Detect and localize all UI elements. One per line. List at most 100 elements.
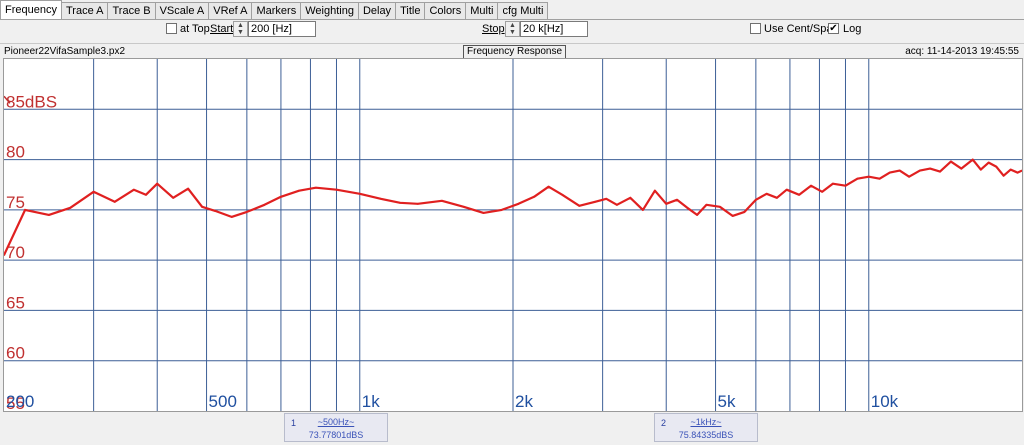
y-tick-label: 85dBS xyxy=(6,92,57,111)
frequency-response-graph[interactable]: 85dBS 80 75 70 65 60 55 200 500 1k 2k 5k 10k xyxy=(3,58,1023,412)
trace-a-point xyxy=(918,169,921,172)
trace-a-point xyxy=(785,188,788,191)
trace-a-point xyxy=(214,209,217,212)
trace-a-point xyxy=(379,197,382,200)
tab-vref-a[interactable]: VRef A xyxy=(208,2,253,19)
stop-field[interactable]: 20 k[Hz] xyxy=(520,21,588,37)
trace-a-point xyxy=(765,192,768,195)
trace-a-point xyxy=(995,165,998,168)
trace-a-point xyxy=(950,160,952,163)
trace-a-point xyxy=(754,198,757,201)
trace-a-point xyxy=(594,200,597,203)
frequency-response-chart: 85dBS807570656055200 500 1k 2k 5k 10k xyxy=(4,59,1022,411)
x-tick-label: 5k xyxy=(718,392,736,411)
tab-weighting[interactable]: Weighting xyxy=(300,2,359,19)
marker-1-value: 73.77801dBS xyxy=(308,430,364,440)
marker-2-value: 75.84335dBS xyxy=(678,430,734,440)
trace-a-point xyxy=(482,211,485,214)
trace-a-point xyxy=(844,184,847,187)
trace-a-point xyxy=(335,188,338,191)
file-name: Pioneer22VifaSample3.px2 xyxy=(4,46,126,57)
trace-a-point xyxy=(462,205,465,208)
at-top-checkbox[interactable] xyxy=(166,23,177,34)
trace-a-point xyxy=(500,208,503,211)
tab-bar: Frequency Trace A Trace B VScale A VRef A Mar… xyxy=(0,0,1024,20)
trace-a-point xyxy=(69,206,72,209)
at-top-label: at Top xyxy=(180,23,210,35)
tab-frequency[interactable]: Frequency xyxy=(0,0,62,19)
stop-label: Stop xyxy=(482,23,505,35)
trace-a-point xyxy=(776,196,778,199)
trace-a-point xyxy=(92,190,95,193)
start-field[interactable]: 200 [Hz] xyxy=(248,21,316,37)
tab-delay[interactable]: Delay xyxy=(357,2,397,19)
marker-1-box[interactable]: 1 ~500Hz~ 73.77801dBS xyxy=(284,413,388,442)
trace-a-point xyxy=(719,205,721,208)
y-tick-label: 75 xyxy=(6,193,25,212)
x-tick-label: 10k xyxy=(871,392,899,411)
trace-a-point xyxy=(1016,171,1019,174)
tab-title[interactable]: Title xyxy=(395,2,426,19)
trace-a-point xyxy=(878,177,881,180)
trace-a-point xyxy=(939,170,941,173)
controls-bar: at Top Start ▲ ▼ 200 [Hz] Stop ▲ ▼ 20 k[Hz… xyxy=(0,20,1024,40)
tab-multi[interactable]: Multi xyxy=(465,2,499,19)
trace-a-point xyxy=(929,167,932,170)
trace-a-point xyxy=(133,188,135,191)
trace-a-point xyxy=(172,196,175,199)
trace-a-point xyxy=(399,201,401,204)
trace-a-point xyxy=(821,190,824,193)
x-tick-label: 2k xyxy=(515,392,533,411)
trace-a-point xyxy=(629,196,632,199)
marker-2-box[interactable]: 2 ~1kHz~ 75.84335dBS xyxy=(654,413,758,442)
x-tick-label: 500 xyxy=(209,392,237,411)
trace-a-point xyxy=(798,193,801,196)
log-label: Log xyxy=(843,23,862,35)
tab-vscale-a[interactable]: VScale A xyxy=(154,2,210,19)
trace-a-point xyxy=(888,171,891,174)
trace-a-point xyxy=(416,202,419,205)
trace-a-point xyxy=(960,167,963,170)
trace-a-point xyxy=(230,215,233,218)
trace-a-point xyxy=(547,185,550,188)
trace-a-point xyxy=(113,200,116,203)
tab-trace-b[interactable]: Trace B xyxy=(107,2,156,19)
trace-a-point xyxy=(280,195,282,198)
tab-markers[interactable]: Markers xyxy=(251,2,302,19)
trace-a-point xyxy=(705,203,708,206)
trace-a-point xyxy=(298,189,301,192)
trace-a-point xyxy=(578,204,581,207)
trace-a-point xyxy=(642,208,644,211)
marker-1-frequency[interactable]: ~500Hz~ xyxy=(285,417,387,427)
trace-a-point xyxy=(517,202,520,205)
trace-a-point xyxy=(908,175,910,178)
trace-a-point xyxy=(665,202,668,205)
trace-a-point xyxy=(605,197,608,200)
tab-trace-a[interactable]: Trace A xyxy=(60,2,109,19)
trace-a-point xyxy=(615,203,618,206)
trace-a-point xyxy=(441,199,443,202)
trace-a-point xyxy=(187,187,190,190)
tab-cfg-multi[interactable]: cfg Multi xyxy=(497,2,549,19)
trace-a-point xyxy=(831,182,834,185)
trace-a-point xyxy=(533,195,535,198)
trace-a-point xyxy=(676,198,678,201)
tab-colors[interactable]: Colors xyxy=(424,2,467,19)
start-spinner[interactable]: ▲ ▼ xyxy=(233,21,248,37)
trace-a-point xyxy=(898,169,901,172)
stop-spinner[interactable]: ▲ ▼ xyxy=(505,21,520,37)
trace-a-point xyxy=(731,214,734,217)
marker-2-frequency[interactable]: ~1kHz~ xyxy=(655,417,757,427)
trace-a-point xyxy=(144,193,147,196)
trace-a-point xyxy=(971,158,974,161)
y-tick-label: 80 xyxy=(6,143,25,162)
trace-a-point xyxy=(47,213,50,216)
trace-a-point xyxy=(686,206,689,209)
cent-span-checkbox[interactable] xyxy=(750,23,761,34)
trace-a-point xyxy=(856,177,859,180)
log-checkbox[interactable]: ✔ xyxy=(828,23,839,34)
trace-a-point xyxy=(156,182,159,185)
graph-info-bar: Pioneer22VifaSample3.px2 Frequency Respo… xyxy=(0,43,1024,60)
y-tick-label: 60 xyxy=(6,344,25,363)
trace-a-point xyxy=(1002,174,1005,177)
